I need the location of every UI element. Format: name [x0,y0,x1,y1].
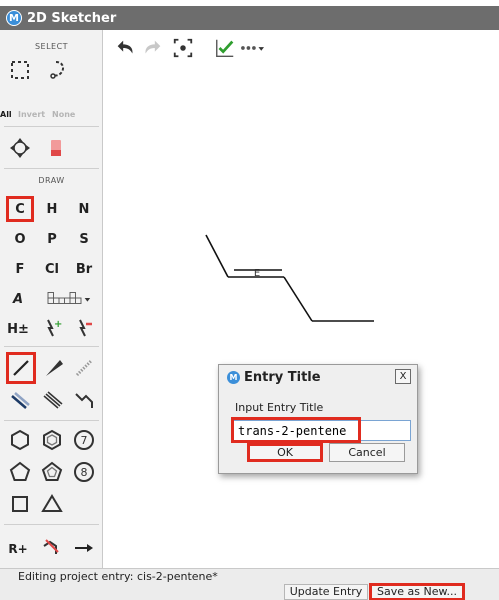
atom-s-button[interactable]: S [70,226,98,252]
reaction-arrow-icon[interactable] [70,534,98,562]
divider [4,126,99,127]
rectangle-select-icon[interactable] [6,56,34,84]
any-atom-button[interactable]: A [4,286,32,312]
periodic-table-icon[interactable] [40,284,100,312]
lasso-select-icon[interactable] [42,56,70,84]
entry-title-input[interactable] [233,420,411,441]
save-as-new-button[interactable]: Save as New... [369,583,465,600]
atom-o-button[interactable]: O [6,226,34,252]
dialog-close-button[interactable]: X [395,369,411,384]
svg-text:+: + [54,319,62,330]
bond-c3-c4 [283,276,313,322]
benzene-ring-icon[interactable] [38,426,66,454]
cyclobutane-ring-icon[interactable] [6,490,34,518]
app-logo-icon: M [6,10,22,26]
ring-size-8-label: 8 [81,466,88,479]
select-section-label: SELECT [34,42,69,51]
cyclopentane-ring-icon[interactable] [6,458,34,486]
atom-cl-button[interactable]: Cl [38,256,66,282]
app-logo-icon: M [227,370,240,384]
top-toolbar [104,30,499,70]
eight-ring-icon[interactable]: 8 [70,458,98,486]
redo-icon[interactable] [140,36,166,60]
drawing-canvas[interactable]: E [104,70,499,568]
cyclohexane-ring-icon[interactable] [6,426,34,454]
select-all-link[interactable]: All [0,110,12,119]
divider [4,524,99,525]
atom-n-button[interactable]: N [70,196,98,222]
atom-f-button[interactable]: F [6,256,34,282]
cancel-button[interactable]: Cancel [329,443,405,462]
atom-p-button[interactable]: P [38,226,66,252]
cyclopropane-ring-icon[interactable] [38,490,66,518]
tool-palette: SELECT All Invert None DRAW C H N O P S … [0,30,103,568]
app-title: 2D Sketcher [27,10,117,26]
draw-section-label: DRAW [38,176,65,185]
divider [4,346,99,347]
rgroup-button[interactable]: R+ [4,536,32,562]
select-none-link[interactable]: None [52,110,75,119]
hash-bond-icon[interactable] [70,354,98,382]
entry-title-dialog: M Entry Title X Input Entry Title OK Can… [218,364,418,474]
ring-size-7-label: 7 [81,434,88,447]
ok-button[interactable]: OK [247,443,323,462]
status-bar: Editing project entry: cis-2-pentene* [0,568,499,584]
seven-ring-icon[interactable]: 7 [70,426,98,454]
reaction-template-icon[interactable] [38,534,66,562]
stereo-e-label: E [254,268,260,279]
select-invert-link[interactable]: Invert [18,110,45,119]
atom-br-button[interactable]: Br [70,256,98,282]
divider [4,168,99,169]
decrease-charge-icon[interactable] [70,314,98,342]
charge-tool-button[interactable]: H± [4,316,32,342]
divider [4,420,99,421]
increase-charge-icon[interactable]: + [38,314,66,342]
dialog-title: Entry Title [244,369,321,385]
status-text: Editing project entry: cis-2-pentene* [18,570,218,583]
more-options-icon[interactable] [238,36,268,60]
undo-icon[interactable] [112,36,138,60]
atom-h-button[interactable]: H [38,196,66,222]
entry-title-prompt: Input Entry Title [235,401,324,414]
eraser-icon[interactable] [42,134,70,162]
wedge-bond-icon[interactable] [40,354,68,382]
molecule-drawing: E [205,234,374,322]
dialog-title-bar: M Entry Title X [219,365,417,389]
single-bond-icon[interactable] [6,352,36,384]
bottom-button-bar: Update Entry Save as New... [0,583,499,600]
check-structure-icon[interactable] [212,36,238,60]
cyclopentadiene-ring-icon[interactable] [38,458,66,486]
triple-bond-icon[interactable] [38,386,66,414]
double-bond-icon[interactable] [6,386,34,414]
chain-icon[interactable] [70,386,98,414]
title-bar: M 2D Sketcher [0,0,499,30]
move-rotate-icon[interactable] [6,134,34,162]
atom-c-button[interactable]: C [6,196,34,222]
update-entry-button[interactable]: Update Entry [284,584,368,600]
fit-to-screen-icon[interactable] [170,36,196,60]
bond-c1-c2 [205,234,229,278]
